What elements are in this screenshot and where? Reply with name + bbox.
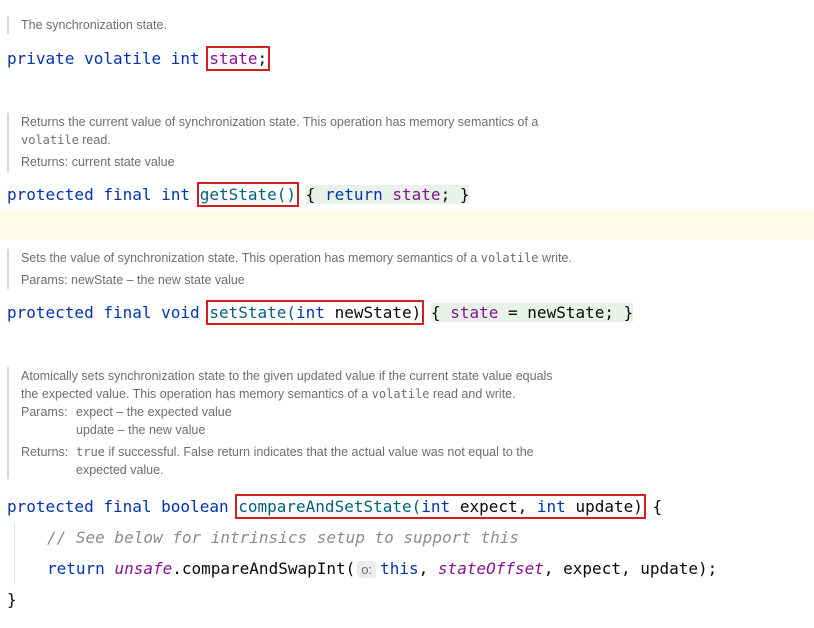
doc-params: Params: expect – the expected value upda… (21, 403, 641, 439)
returns-text: if successful. False return indicates th… (104, 445, 534, 459)
method-getstate[interactable]: getState() (200, 185, 296, 204)
keyword-boolean: boolean (161, 497, 229, 516)
doc-params: Params: newState – the new state value (21, 271, 661, 289)
semicolon: ; (440, 185, 451, 204)
keyword-int: int (536, 497, 566, 516)
comment: // See below for intrinsics setup to sup… (47, 528, 520, 547)
param-expect: expect – the expected value (76, 405, 232, 419)
javadoc-compareandsetstate: Atomically sets synchronization state to… (7, 367, 641, 479)
value-newstate: newState; (527, 303, 614, 322)
keyword-final: final (103, 497, 152, 516)
returns-label: Returns: (21, 155, 69, 169)
doc-text: Returns the current value of synchroniza… (21, 115, 539, 129)
code-line-state-field: private volatile int state; (7, 46, 271, 71)
code-line-setstate: protected final void setState(int newSta… (7, 300, 634, 325)
open-brace: { (305, 185, 316, 204)
javadoc-state: The synchronization state. (7, 16, 167, 34)
doc-text: The synchronization state. (21, 18, 167, 32)
keyword-int: int (296, 303, 325, 322)
field-state: state (450, 303, 499, 322)
keyword-return: return (47, 559, 105, 578)
keyword-protected: protected (7, 303, 94, 322)
indent-guide (14, 523, 15, 585)
returns-line2: expected value. (76, 463, 164, 477)
params-label: Params: (21, 405, 68, 419)
doc-text-pre: the expected value. This operation has m… (21, 387, 372, 401)
keyword-int: int (170, 49, 200, 68)
current-line-highlight (0, 211, 814, 240)
doc-text-post: write. (538, 251, 572, 265)
keyword-int: int (161, 185, 191, 204)
static-field-unsafe[interactable]: unsafe (114, 559, 172, 578)
close-brace: } (459, 185, 470, 204)
doc-text-post: read and write. (429, 387, 516, 401)
keyword-return: return (324, 185, 383, 204)
params-text: newState – the new state value (71, 273, 245, 287)
doc-text-pre: Sets the value of synchronization state.… (21, 251, 481, 265)
field-state: state (392, 185, 441, 204)
highlight-box-getstate: getState() (196, 182, 300, 207)
keyword-int: int (421, 497, 451, 516)
close-brace: } (7, 590, 17, 609)
doc-code: volatile (371, 387, 430, 401)
keyword-void: void (161, 303, 200, 322)
keyword-private: private (7, 49, 75, 68)
param-expect: expect, (459, 497, 528, 516)
open-brace: { (652, 497, 663, 516)
code-line-getstate: protected final int getState() { return … (7, 182, 470, 207)
doc-returns: Returns: current state value (21, 153, 621, 171)
code-line-close: } (7, 589, 17, 611)
returns-label: Returns: (21, 445, 69, 459)
doc-text-line2: volatile read. (21, 131, 621, 149)
keyword-final: final (103, 185, 152, 204)
returns-line1: true if successful. False return indicat… (76, 443, 534, 461)
semicolon: ; (257, 49, 268, 68)
operator-assign: = (508, 303, 518, 322)
returns-text: current state value (71, 155, 175, 169)
param-update: update – the new value (76, 423, 206, 437)
method-compareandsetstate[interactable]: compareAndSetState( (238, 497, 421, 516)
keyword-final: final (103, 303, 152, 322)
code-line-return: return unsafe.compareAndSwapInt(o: this , … (47, 558, 717, 581)
keyword-protected: protected (7, 185, 94, 204)
call-args-rest: , expect, update); (543, 559, 718, 578)
method-setstate[interactable]: setState( (209, 303, 296, 322)
open-brace: { (430, 303, 441, 322)
field-state[interactable]: state (209, 49, 257, 68)
parameter-hint: o: (357, 561, 377, 578)
param-newstate: newState) (334, 303, 422, 322)
params-label: Params: (21, 273, 68, 287)
highlight-box-compareandsetstate: compareAndSetState(int expect, int updat… (235, 494, 646, 519)
keyword-volatile: volatile (84, 49, 162, 68)
folded-body[interactable]: { state = newState; } (430, 303, 634, 322)
doc-text-tail: read. (78, 133, 111, 147)
keyword-protected: protected (7, 497, 94, 516)
keyword-this: this (380, 559, 419, 578)
doc-text: Sets the value of synchronization state.… (21, 249, 661, 267)
method-call-compareandswapint[interactable]: .compareAndSwapInt( (172, 559, 355, 578)
doc-code: volatile (21, 133, 79, 147)
code-line-cas-signature: protected final boolean compareAndSetSta… (7, 494, 663, 519)
doc-code: volatile (480, 251, 539, 265)
static-field-stateoffset[interactable]: stateOffset (438, 559, 544, 578)
javadoc-getstate: Returns the current value of synchroniza… (7, 113, 621, 171)
code-line-comment: // See below for intrinsics setup to sup… (47, 527, 519, 549)
doc-text-line1: Atomically sets synchronization state to… (21, 369, 553, 383)
close-brace: } (623, 303, 634, 322)
doc-returns: Returns: true if successful. False retur… (21, 443, 641, 479)
javadoc-setstate: Sets the value of synchronization state.… (7, 249, 661, 289)
folded-body[interactable]: { return state; } (305, 185, 470, 204)
doc-text-line2: the expected value. This operation has m… (21, 385, 641, 403)
returns-code: true (76, 445, 105, 459)
highlight-box-state: state; (206, 46, 271, 71)
param-update: update) (575, 497, 643, 516)
comma: , (418, 559, 429, 578)
highlight-box-setstate: setState(int newState) (206, 300, 425, 325)
